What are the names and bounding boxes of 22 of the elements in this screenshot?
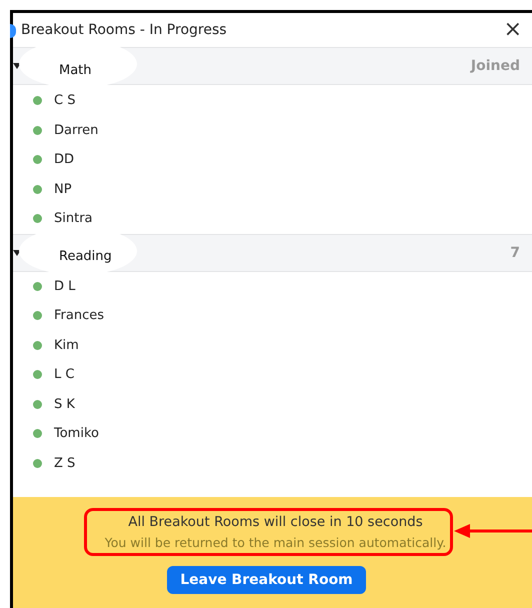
participant-name: Sintra — [54, 211, 93, 226]
leave-breakout-room-button[interactable]: Leave Breakout Room — [167, 566, 366, 594]
participant-name: S K — [54, 396, 75, 412]
room-name: Reading — [59, 249, 112, 264]
participant-name: DD — [54, 152, 74, 168]
close-countdown-message: All Breakout Rooms will close in 10 seconds — [128, 514, 423, 530]
participant-name: D L — [54, 278, 76, 294]
participant-name: Frances — [54, 308, 104, 324]
participant-name: C S — [54, 93, 76, 108]
return-note: You will be returned to the main session automatically. — [104, 535, 446, 550]
window-title: Breakout Rooms - In Progress — [21, 22, 227, 38]
app-icon — [10, 24, 16, 38]
close-button[interactable]: × — [500, 19, 526, 41]
room-name: Math — [59, 62, 92, 78]
participant-name: L C — [54, 367, 74, 382]
participant-name: Z S — [54, 456, 76, 471]
room-status: Joined — [470, 58, 520, 74]
participant-name: NP — [54, 182, 72, 197]
room-status: 7 — [510, 244, 520, 260]
participant-name: Tomiko — [54, 426, 99, 442]
participant-name: Darren — [54, 122, 98, 138]
participant-name: Kim — [54, 338, 79, 353]
